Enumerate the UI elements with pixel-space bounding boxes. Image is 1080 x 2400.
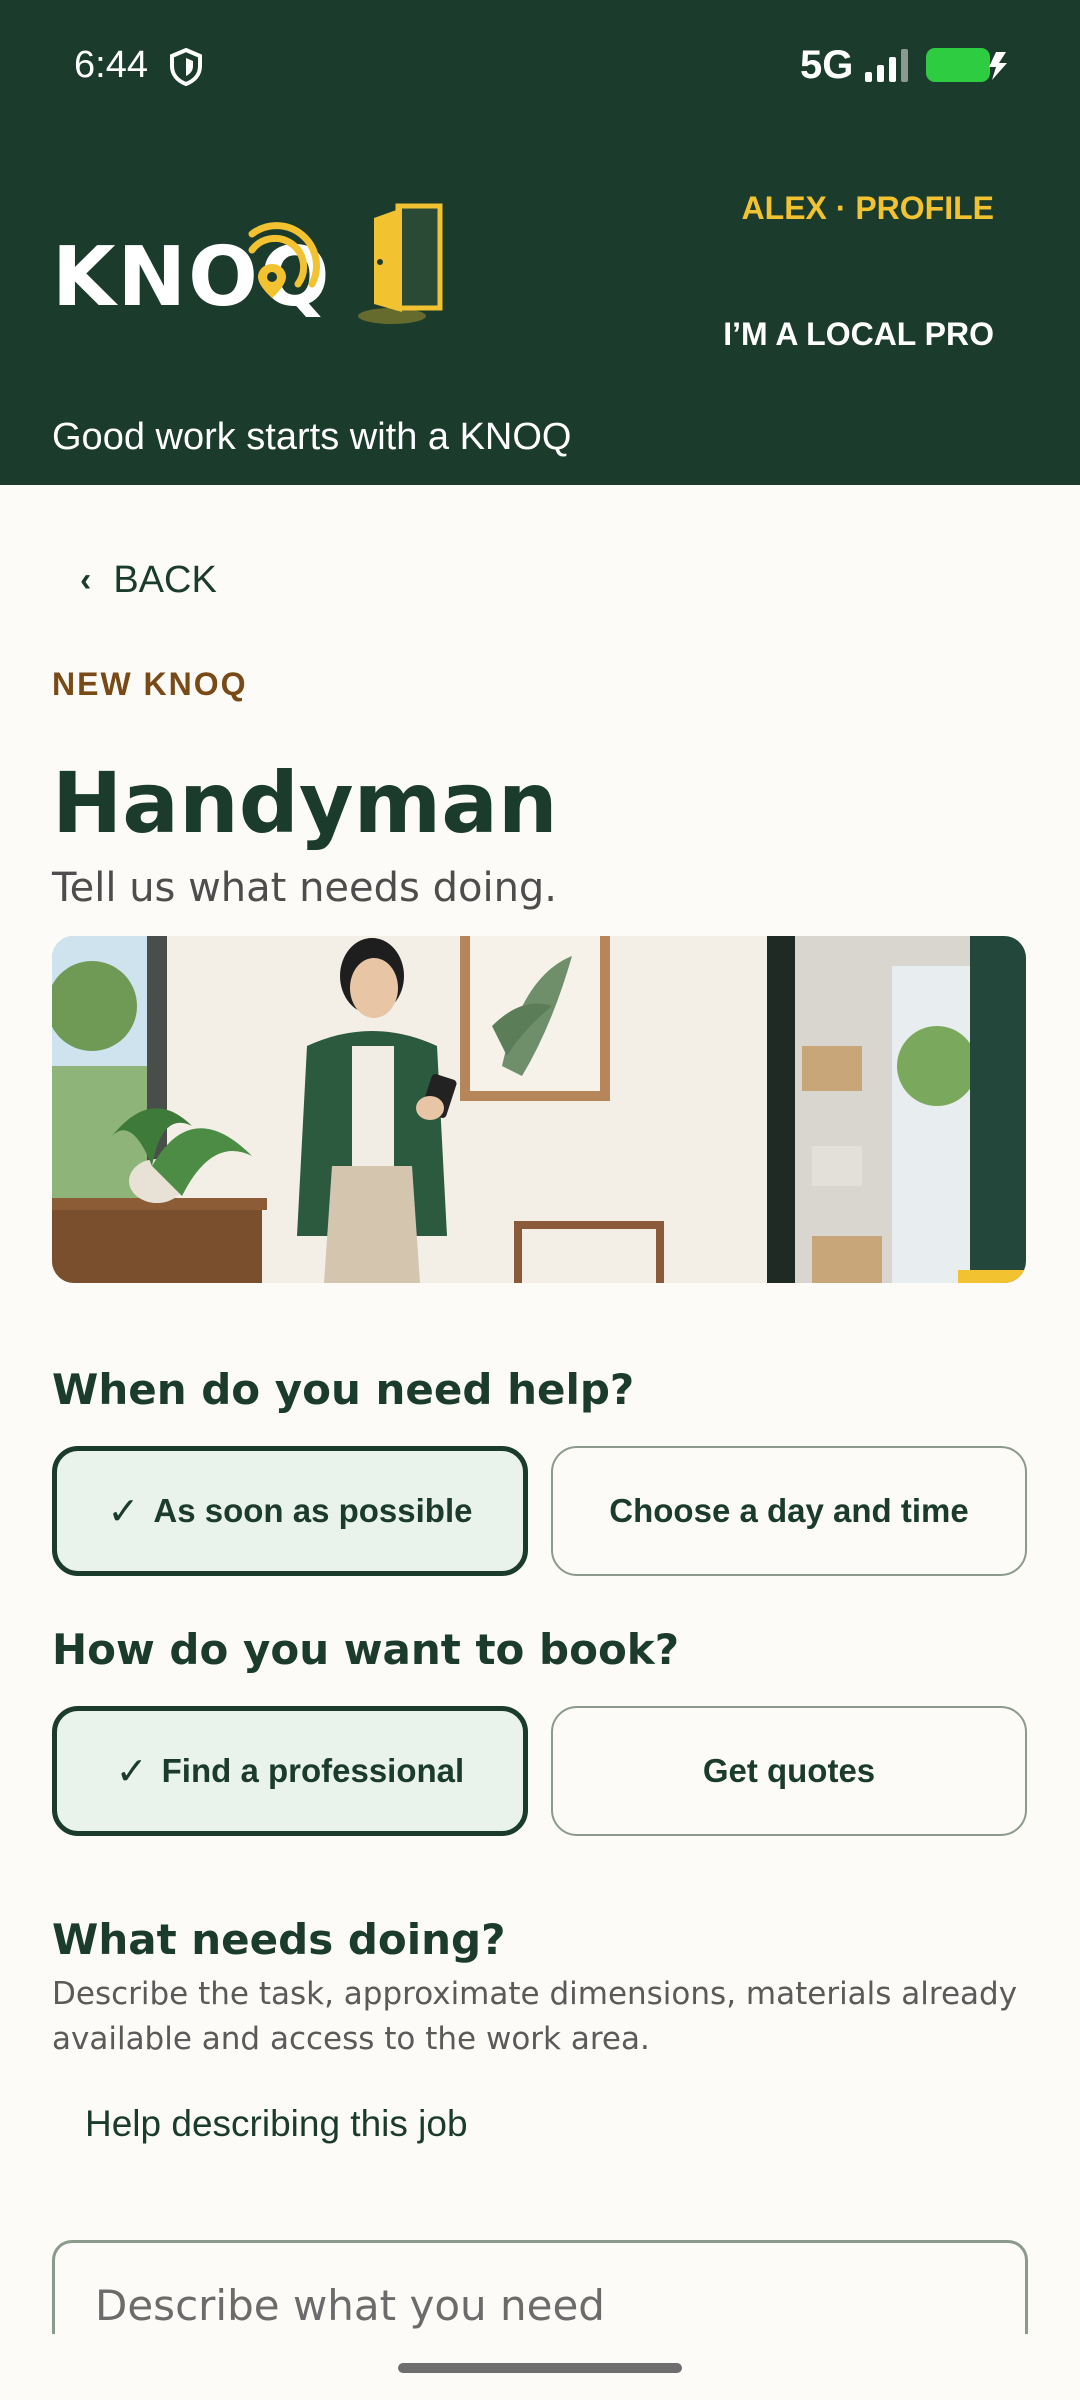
battery-charging-icon	[926, 48, 1007, 82]
check-icon: ✓	[107, 1490, 140, 1533]
open-door-icon	[358, 203, 443, 324]
chevron-left-icon: ‹	[80, 560, 92, 599]
option-label: Choose a day and time	[609, 1492, 969, 1529]
status-time: 6:44	[74, 44, 148, 86]
option-asap[interactable]: ✓ As soon as possible	[52, 1446, 528, 1576]
local-pro-link[interactable]: I’M A LOCAL PRO	[723, 312, 994, 356]
option-find-professional[interactable]: ✓ Find a professional	[52, 1706, 528, 1836]
location-waves-icon	[248, 222, 320, 298]
network-type: 5G	[800, 43, 854, 87]
option-label: As soon as possible	[153, 1492, 473, 1529]
home-indicator[interactable]	[398, 2363, 682, 2373]
eyebrow-label: NEW KNOQ	[52, 666, 248, 702]
page-subtitle: Tell us what needs doing.	[52, 865, 558, 911]
option-label: Find a professional	[161, 1752, 465, 1789]
signal-icon	[865, 49, 908, 82]
tagline: Good work starts with a KNOQ	[52, 416, 572, 458]
when-question: When do you need help?	[52, 1365, 635, 1414]
details-question: What needs doing?	[52, 1915, 506, 1964]
shield-icon	[170, 47, 202, 87]
app-header: 6:44 5G KNOQ ALEX · PROFILE I’M A LOCAL …	[0, 0, 1080, 485]
option-choose-day-time[interactable]: Choose a day and time	[551, 1446, 1027, 1576]
check-icon: ✓	[115, 1750, 148, 1793]
booking-question: How do you want to book?	[52, 1625, 680, 1674]
hero-image	[52, 936, 1026, 1283]
page-title: Handyman	[52, 754, 558, 852]
job-description-placeholder: Describe what you need	[95, 2281, 605, 2330]
back-button[interactable]: ‹ BACK	[80, 552, 217, 608]
back-label: BACK	[113, 558, 217, 601]
option-label: Get quotes	[702, 1752, 876, 1789]
option-get-quotes[interactable]: Get quotes	[551, 1706, 1027, 1836]
profile-link[interactable]: ALEX · PROFILE	[742, 186, 994, 230]
details-help-text: Describe the task, approximate dimension…	[52, 1976, 1018, 2057]
screen: 6:44 5G KNOQ ALEX · PROFILE I’M A LOCAL …	[0, 0, 1080, 2400]
help-describing-link[interactable]: Help describing this job	[85, 2098, 468, 2150]
